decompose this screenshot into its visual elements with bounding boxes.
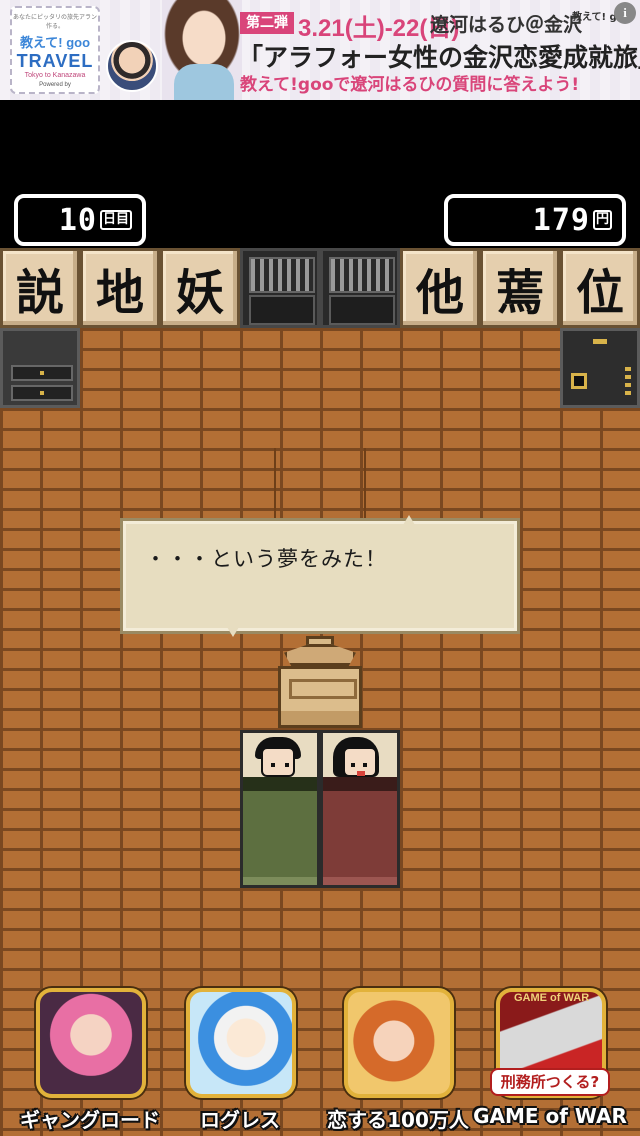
drawer-cabinet[interactable] xyxy=(0,328,80,408)
man-eye-left xyxy=(271,763,275,767)
ad-stamp-powered: Powered by xyxy=(39,82,71,88)
man-skin xyxy=(261,747,295,777)
ad-stamp-small-text: あなたにピッタリの旅先アラン作る。 xyxy=(12,15,97,30)
banner-ad[interactable]: あなたにピッタリの旅先アラン作る。 教えて! goo TRAVEL Tokyo … xyxy=(0,0,640,100)
app-promo-bar: ギャングロード ログレス 恋する100万人 GAME of WAR 刑務所つくる… xyxy=(0,984,640,1136)
kanji-shelf: 説 地 妖 他 蔫 位 xyxy=(0,248,640,328)
ad-tag: 第二弾 xyxy=(240,12,294,34)
ad-info-icon[interactable]: i xyxy=(614,2,636,24)
day-counter: 10 日目 xyxy=(14,194,146,246)
game-of-war-logo: GAME of WAR xyxy=(514,992,590,1004)
koisuru-app-icon[interactable] xyxy=(344,988,454,1098)
app-label[interactable]: ログレス xyxy=(150,1104,330,1133)
woman-skin xyxy=(343,747,377,777)
day-count: 10 xyxy=(58,202,97,238)
kanji-tile-2[interactable]: 地 xyxy=(80,248,160,328)
ad-stamp-brand: 教えて! goo xyxy=(19,35,91,50)
kanji-tile-3[interactable]: 妖 xyxy=(160,248,240,328)
gang-road-app-icon[interactable] xyxy=(36,988,146,1098)
prison-badge: 刑務所つくる? xyxy=(490,1068,610,1096)
ad-woman-photo xyxy=(162,0,242,100)
locked-slot-1[interactable] xyxy=(240,248,320,328)
promo-app-logres[interactable]: ログレス xyxy=(160,984,320,1136)
kanji-tile-7[interactable]: 蔫 xyxy=(480,248,560,328)
hanging-rope-left xyxy=(274,448,276,518)
hanging-rope-right xyxy=(364,448,366,518)
man-face xyxy=(255,737,301,777)
safe-handle xyxy=(593,339,607,344)
man-eye-right xyxy=(285,763,289,767)
woman-face xyxy=(333,737,379,777)
ad-stamp-city: Tokyo to Kanazawa xyxy=(24,72,86,79)
ad-travel-stamp-logo: あなたにピッタリの旅先アラン作る。 教えて! goo TRAVEL Tokyo … xyxy=(10,6,100,94)
altar-roof xyxy=(284,644,356,666)
promo-app-gang-road[interactable]: ギャングロード xyxy=(10,984,170,1136)
altar-body xyxy=(278,666,362,728)
money-unit: 円 xyxy=(592,210,612,230)
ad-subline: 教えて!gooで遼河はるひの質問に答えよう! xyxy=(240,75,580,95)
kanji-tile-8[interactable]: 位 xyxy=(560,248,640,328)
bed-woman[interactable] xyxy=(320,730,400,888)
ad-headline: 「アラフォー女性の金沢恋愛成就旅」 xyxy=(238,43,640,72)
money-amount: 179 xyxy=(532,202,590,238)
woman-eye-right xyxy=(363,763,367,767)
kanji-tile-1[interactable]: 説 xyxy=(0,248,80,328)
safe-lock-icon xyxy=(571,373,587,389)
message-box[interactable]: ・・・という夢をみた！ xyxy=(120,515,520,637)
message-text: ・・・という夢をみた！ xyxy=(145,547,387,571)
locked-slot-2[interactable] xyxy=(320,248,400,328)
app-label[interactable]: GAME of WAR xyxy=(460,1104,640,1128)
ad-who: 遼河はるひ＠金沢 xyxy=(430,14,583,36)
promo-app-koisuru[interactable]: 恋する100万人 xyxy=(318,984,478,1136)
ad-man-photo xyxy=(106,40,158,92)
money-counter: 179 円 xyxy=(444,194,626,246)
safe-hinge xyxy=(625,367,631,397)
day-unit: 日目 xyxy=(99,210,132,230)
drawer-upper[interactable] xyxy=(11,365,73,381)
drawer-lower[interactable] xyxy=(11,385,73,401)
kanji-tile-6[interactable]: 他 xyxy=(400,248,480,328)
red-blanket xyxy=(323,777,397,885)
woman-eye-left xyxy=(351,763,355,767)
green-blanket xyxy=(243,777,317,885)
promo-app-game-of-war[interactable]: GAME of WAR 刑務所つくる? GAME of WAR xyxy=(470,984,630,1136)
woman-mouth xyxy=(357,771,365,776)
ad-stamp-travel: TRAVEL xyxy=(16,51,94,71)
safe-box[interactable] xyxy=(560,328,640,408)
logres-app-icon[interactable] xyxy=(186,988,296,1098)
bed-man[interactable] xyxy=(240,730,320,888)
shrine-altar[interactable] xyxy=(278,636,362,728)
